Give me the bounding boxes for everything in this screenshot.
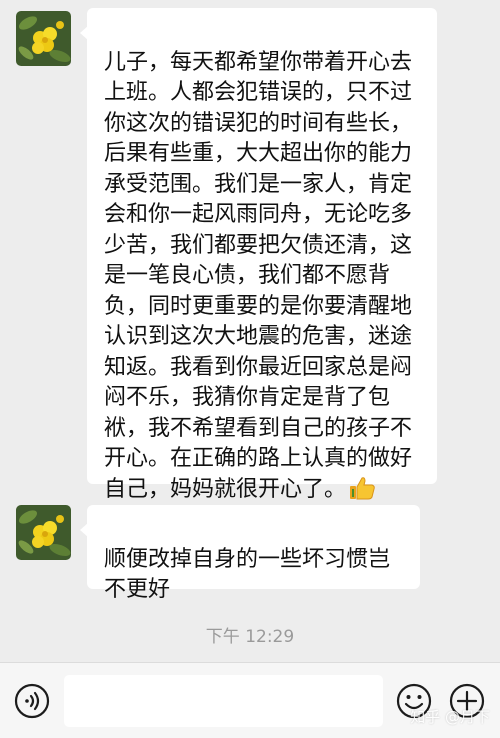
flower-avatar-icon <box>16 505 71 560</box>
sender-avatar[interactable] <box>16 505 71 560</box>
message-text: 顺便改掉自身的一些坏习惯岂不更好 <box>104 546 391 603</box>
thumbs-up-icon <box>349 476 375 500</box>
message-text: 儿子，每天都希望你带着开心去上班。人都会犯错误的，只不过你这次的错误犯的时间有些… <box>104 49 413 502</box>
voice-icon[interactable] <box>14 683 50 723</box>
message-bubble[interactable]: 顺便改掉自身的一些坏习惯岂不更好 <box>80 505 420 602</box>
sender-avatar[interactable] <box>16 11 71 66</box>
message-timestamp: 下午 12:29 <box>205 627 295 647</box>
flower-avatar-icon <box>16 11 71 66</box>
message-bubble[interactable]: 儿子，每天都希望你带着开心去上班。人都会犯错误的，只不过你这次的错误犯的时间有些… <box>80 8 437 502</box>
watermark: 知乎 @月下 <box>410 708 490 726</box>
message-input[interactable] <box>64 675 383 727</box>
